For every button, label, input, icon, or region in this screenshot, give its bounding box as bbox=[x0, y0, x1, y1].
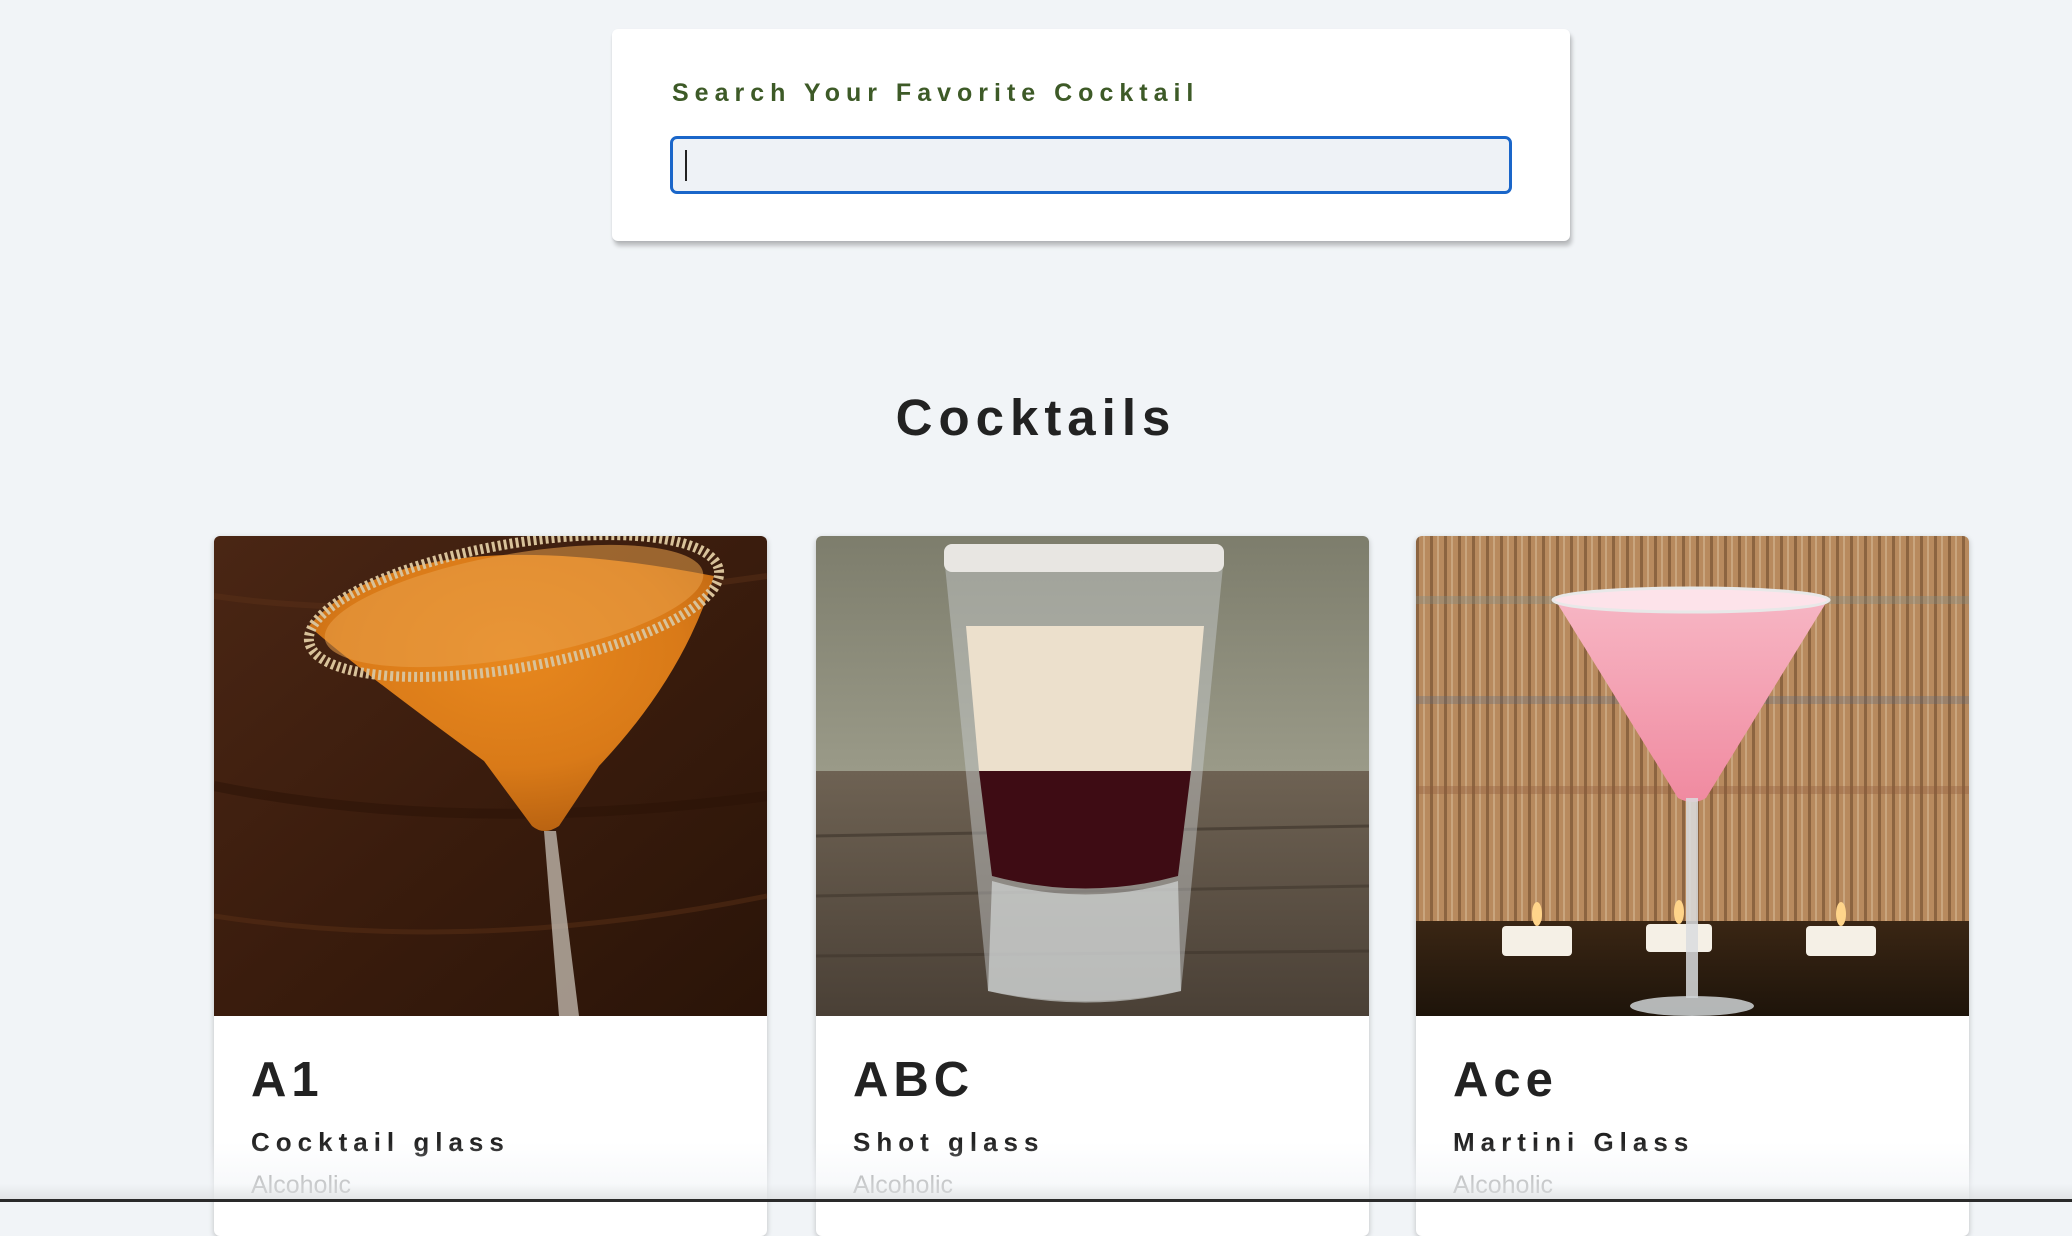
search-card: Search Your Favorite Cocktail bbox=[612, 29, 1570, 241]
cocktail-image[interactable] bbox=[214, 536, 767, 1016]
layered-shot-photo bbox=[816, 536, 1369, 1016]
cocktail-glass: Martini Glass bbox=[1453, 1127, 1695, 1157]
cocktail-glass: Cocktail glass bbox=[251, 1127, 510, 1157]
cocktail-type: Alcoholic bbox=[1453, 1171, 1554, 1199]
cocktail-name[interactable]: A1 bbox=[251, 1056, 510, 1105]
cocktail-image[interactable] bbox=[816, 536, 1369, 1016]
card-body: ABC Shot glass Alcoholic bbox=[853, 1056, 1044, 1198]
pink-martini-photo bbox=[1416, 536, 1969, 1016]
cocktail-name[interactable]: Ace bbox=[1453, 1056, 1694, 1105]
search-label: Search Your Favorite Cocktail bbox=[672, 79, 1200, 107]
cocktail-type: Alcoholic bbox=[853, 1171, 954, 1199]
search-input[interactable] bbox=[670, 136, 1512, 194]
text-cursor bbox=[685, 150, 687, 181]
cocktail-card[interactable]: A1 Cocktail glass Alcoholic bbox=[214, 536, 767, 1236]
cocktail-card[interactable]: ABC Shot glass Alcoholic bbox=[816, 536, 1369, 1236]
card-body: A1 Cocktail glass Alcoholic bbox=[251, 1056, 510, 1198]
card-body: Ace Martini Glass Alcoholic bbox=[1453, 1056, 1694, 1198]
orange-martini-photo bbox=[214, 536, 767, 1016]
cocktail-glass: Shot glass bbox=[853, 1127, 1045, 1157]
section-title: Cocktails bbox=[895, 389, 1177, 446]
cocktail-name[interactable]: ABC bbox=[853, 1056, 1044, 1105]
cocktail-image[interactable] bbox=[1416, 536, 1969, 1016]
cocktail-card[interactable]: Ace Martini Glass Alcoholic bbox=[1416, 536, 1969, 1236]
cocktail-type: Alcoholic bbox=[251, 1171, 352, 1199]
